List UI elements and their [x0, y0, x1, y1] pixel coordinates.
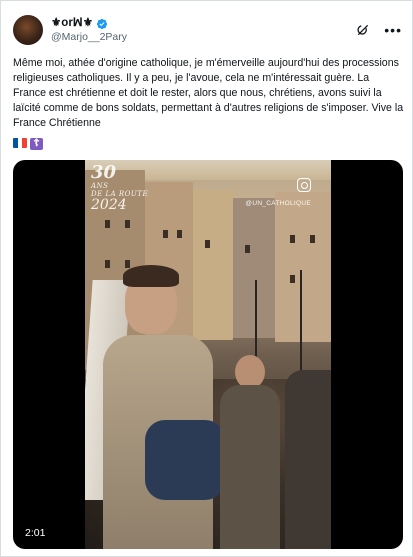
video-frame[interactable]: 30 ANS DE LA ROUTE 2024 @UN_CATHOLIQUE	[85, 160, 331, 549]
more-options-icon[interactable]: •••	[384, 23, 402, 37]
emoji-row: ☦	[13, 138, 43, 150]
author-names[interactable]: ⚜orꟽ⚜ @Marjo__2Pary	[51, 17, 127, 43]
tweet-header: ⚜orꟽ⚜ @Marjo__2Pary •••	[13, 13, 402, 47]
tweet-card: ⚜orꟽ⚜ @Marjo__2Pary ••• Même moi, athée …	[0, 0, 413, 557]
video-player[interactable]: 30 ANS DE LA ROUTE 2024 @UN_CATHOLIQUE 2…	[13, 160, 403, 549]
logo-number: 30	[91, 162, 117, 183]
logo-year: 2024	[91, 197, 127, 213]
instagram-icon	[297, 178, 311, 192]
handle[interactable]: @Marjo__2Pary	[51, 31, 127, 44]
verified-badge-icon	[96, 18, 108, 29]
video-duration: 2:01	[25, 527, 46, 539]
orthodox-cross-icon: ☦	[30, 138, 43, 150]
logo-ans: ANS	[91, 182, 109, 190]
video-overlay-handle: @UN_CATHOLIQUE	[245, 200, 311, 207]
tweet-text: Même moi, athée d'origine catholique, je…	[13, 57, 404, 130]
france-flag-icon	[13, 138, 27, 148]
video-overlay-logo: 30 ANS DE LA ROUTE 2024	[91, 164, 148, 213]
avatar[interactable]	[13, 15, 43, 45]
display-name[interactable]: ⚜orꟽ⚜	[51, 17, 93, 31]
grok-icon[interactable]	[356, 23, 370, 37]
